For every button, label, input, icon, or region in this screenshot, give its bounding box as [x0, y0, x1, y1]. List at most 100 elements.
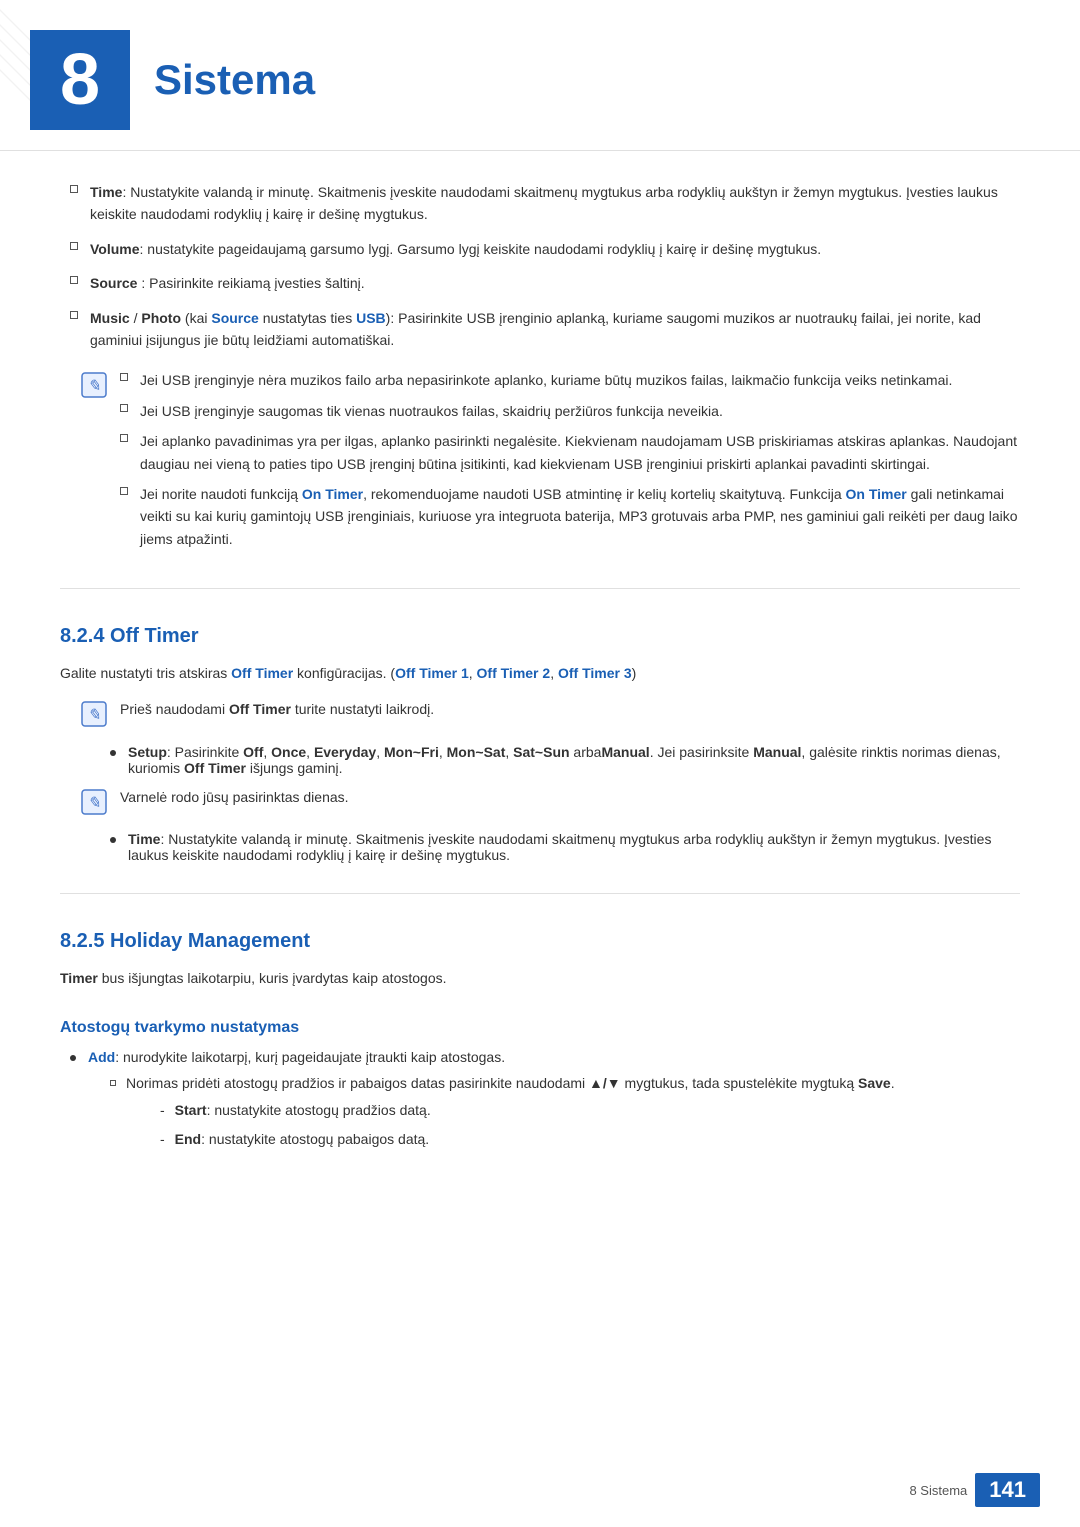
arrows-label: ▲/▼: [589, 1075, 621, 1091]
norimas-text: Norimas pridėti atostogų pradžios ir pab…: [126, 1075, 895, 1091]
volume-text: Volume: nustatykite pageidaujamą garsumo…: [90, 238, 1020, 260]
svg-text:✎: ✎: [87, 707, 100, 724]
note-4-text: Jei norite naudoti funkciją On Timer, re…: [140, 483, 1020, 550]
sub-section-heading: Atostogų tvarkymo nustatymas: [60, 1019, 1020, 1037]
timer-text: bus išjungtas laikotarpiu, kuris įvardyt…: [98, 970, 447, 986]
page-container: 8 Sistema Time: Nustatykite valandą ir m…: [0, 0, 1080, 1527]
page-header: 8 Sistema: [0, 0, 1080, 151]
square-bullet-icon: [70, 276, 78, 284]
source-text: Source : Pasirinkite reikiamą įvesties š…: [90, 272, 1020, 294]
music-label: Music: [90, 310, 130, 326]
s6: arba: [570, 744, 602, 760]
time-desc-2: : Nustatykite valandą ir minutę. Skaitme…: [128, 831, 991, 863]
sub-square-icon: [110, 1080, 116, 1086]
off-timer-1: Off Timer 1: [395, 665, 469, 681]
s1: ,: [263, 744, 271, 760]
note-2-text: Jei USB įrenginyje saugomas tik vienas n…: [140, 400, 723, 422]
note-item-4: Jei norite naudoti funkciją On Timer, re…: [120, 483, 1020, 550]
main-content: Time: Nustatykite valandą ir minutę. Ska…: [0, 181, 1080, 1236]
note-icon-3: ✎: [80, 788, 108, 816]
note-content-1: Jei USB įrenginyje nėra muzikos failo ar…: [120, 369, 1020, 558]
list-item-music-photo: Music / Photo (kai Source nustatytas tie…: [60, 307, 1020, 352]
square-bullet-icon: [120, 487, 128, 495]
section-824-heading: 8.2.4 Off Timer: [60, 625, 1020, 648]
svg-text:✎: ✎: [87, 795, 100, 812]
chapter-number: 8: [30, 30, 130, 130]
photo-label: Photo: [141, 310, 181, 326]
norimas-item: Norimas pridėti atostogų pradžios ir pab…: [110, 1075, 1020, 1091]
square-bullet-icon: [120, 434, 128, 442]
add-item: Add: nurodykite laikotarpį, kurį pageida…: [60, 1049, 1020, 1065]
setup-label: Setup: [128, 744, 167, 760]
note-sub-list-1: Jei USB įrenginyje nėra muzikos failo ar…: [120, 369, 1020, 550]
note-item-2: Jei USB įrenginyje saugomas tik vienas n…: [120, 400, 1020, 422]
time-list: Time: Nustatykite valandą ir minutę. Ska…: [100, 831, 1020, 863]
setup-satsun: Sat~Sun: [513, 744, 569, 760]
setup-list: Setup: Pasirinkite Off, Once, Everyday, …: [100, 744, 1020, 776]
setup-everyday: Everyday: [314, 744, 376, 760]
source-bold: Source: [211, 310, 258, 326]
setup-monfri: Mon~Fri: [384, 744, 439, 760]
section-825-heading: 8.2.5 Holiday Management: [60, 930, 1020, 953]
note-icon-2: ✎: [80, 700, 108, 728]
setup-manual: Manual: [601, 744, 649, 760]
para1-end: ): [632, 665, 637, 681]
norimas-list: Norimas pridėti atostogų pradžios ir pab…: [110, 1075, 1020, 1091]
note-block-2: ✎ Prieš naudodami Off Timer turite nusta…: [80, 698, 1020, 732]
divider-1: [60, 588, 1020, 589]
s9: išjungs gaminį.: [246, 760, 343, 776]
end-text: End: nustatykite atostogų pabaigos datą.: [175, 1128, 430, 1150]
dash-icon-start: -: [160, 1099, 165, 1121]
note-3-para: Varnelė rodo jūsų pasirinktas dienas.: [120, 786, 1020, 810]
note-icon-1: ✎: [80, 371, 108, 399]
start-label: Start: [175, 1102, 207, 1118]
dash-icon-end: -: [160, 1128, 165, 1150]
chapter-title: Sistema: [154, 56, 315, 104]
square-bullet-icon: [70, 242, 78, 250]
list-item-source: Source : Pasirinkite reikiamą įvesties š…: [60, 272, 1020, 294]
section-825-para1: Timer bus išjungtas laikotarpiu, kuris į…: [60, 967, 1020, 991]
note-block-1: ✎ Jei USB įrenginyje nėra muzikos failo …: [80, 369, 1020, 558]
usb-bold: USB: [356, 310, 386, 326]
volume-desc: : nustatykite pageidaujamą garsumo lygį.…: [140, 241, 822, 257]
setup-item: Setup: Pasirinkite Off, Once, Everyday, …: [100, 744, 1020, 776]
note2-pre: Prieš naudodami: [120, 701, 229, 717]
music-photo-text: Music / Photo (kai Source nustatytas tie…: [90, 307, 1020, 352]
note2-off-timer: Off Timer: [229, 701, 291, 717]
time-item: Time: Nustatykite valandą ir minutę. Ska…: [100, 831, 1020, 863]
start-desc: : nustatykite atostogų pradžios datą.: [207, 1102, 431, 1118]
setup-colon: : Pasirinkite: [167, 744, 243, 760]
end-item: - End: nustatykite atostogų pabaigos dat…: [160, 1128, 1020, 1150]
svg-text:✎: ✎: [87, 378, 100, 395]
time-label: Time: [90, 184, 122, 200]
intro-list: Time: Nustatykite valandą ir minutę. Ska…: [60, 181, 1020, 351]
source-desc: : Pasirinkite reikiamą įvesties šaltinį.: [137, 275, 364, 291]
setup-text: Setup: Pasirinkite Off, Once, Everyday, …: [128, 744, 1020, 776]
dot-icon-add: [70, 1055, 76, 1061]
para1-mid: konfigūracijas. (: [293, 665, 395, 681]
note-3-text: Jei aplanko pavadinimas yra per ilgas, a…: [140, 430, 1020, 475]
square-bullet-icon: [120, 404, 128, 412]
add-desc: : nurodykite laikotarpį, kurį pageidauja…: [115, 1049, 505, 1065]
end-label: End: [175, 1131, 201, 1147]
page-footer: 8 Sistema 141: [909, 1473, 1040, 1507]
note-item-1: Jei USB įrenginyje nėra muzikos failo ar…: [120, 369, 1020, 391]
section-824-para1: Galite nustatyti tris atskiras Off Timer…: [60, 662, 1020, 686]
on-timer-label-2: On Timer: [846, 486, 907, 502]
square-bullet-icon: [70, 311, 78, 319]
note-2-content: Prieš naudodami Off Timer turite nustaty…: [120, 698, 1020, 732]
add-list: Add: nurodykite laikotarpį, kurį pageida…: [60, 1049, 1020, 1065]
note-3-content: Varnelė rodo jūsų pasirinktas dienas.: [120, 786, 1020, 820]
time-bullet-text: Time: Nustatykite valandą ir minutę. Ska…: [128, 831, 1020, 863]
time-desc: : Nustatykite valandą ir minutę. Skaitme…: [90, 184, 998, 222]
s4: ,: [439, 744, 447, 760]
end-desc: : nustatykite atostogų pabaigos datą.: [201, 1131, 429, 1147]
timer-label: Timer: [60, 970, 98, 986]
note-1-text: Jei USB įrenginyje nėra muzikos failo ar…: [140, 369, 952, 391]
note-2-para: Prieš naudodami Off Timer turite nustaty…: [120, 698, 1020, 722]
music-photo-pre: (kai: [181, 310, 211, 326]
add-text: Add: nurodykite laikotarpį, kurį pageida…: [88, 1049, 505, 1065]
off-timer-label: Off Timer: [231, 665, 293, 681]
dot-icon-time: [110, 837, 116, 843]
note-block-3: ✎ Varnelė rodo jūsų pasirinktas dienas.: [80, 786, 1020, 820]
